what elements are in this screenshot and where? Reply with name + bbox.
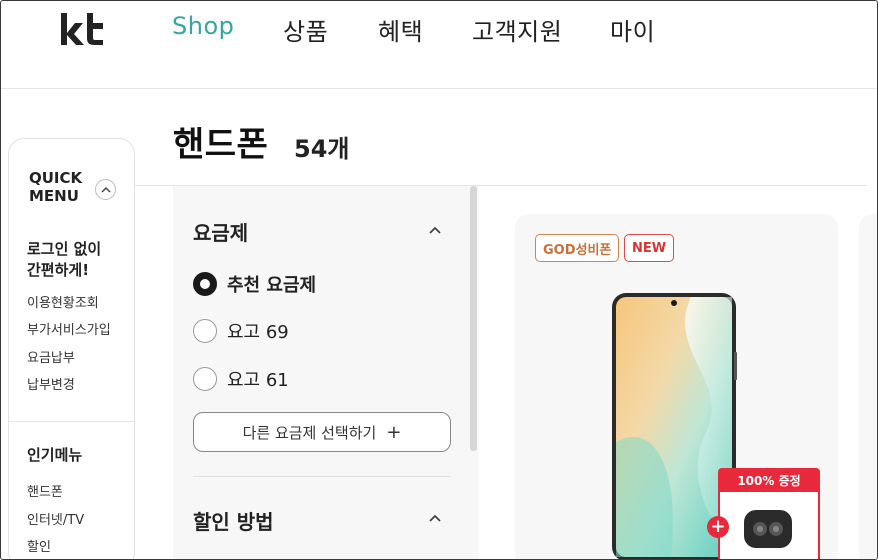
quick-login-line1: 로그인 없이 xyxy=(27,240,102,258)
plan-filter-heading: 요금제 xyxy=(193,221,249,245)
radio-unchecked-icon[interactable] xyxy=(193,367,217,391)
quick-menu: QUICK MENU 로그인 없이 간편하게! 이용현황조회 부가서비스가입 요… xyxy=(8,138,135,559)
page-title: 핸드폰 xyxy=(173,125,269,165)
gift-label: 100% 증정 xyxy=(718,468,820,492)
nav-my[interactable]: 마이 xyxy=(610,12,655,47)
nav-products[interactable]: 상품 xyxy=(283,12,328,47)
popular-link-phone[interactable]: 핸드폰 xyxy=(27,481,63,500)
gift-plus-icon: + xyxy=(707,516,729,538)
nav-benefits[interactable]: 혜택 xyxy=(378,12,423,47)
gift-box xyxy=(718,492,820,559)
quick-link-payment-change[interactable]: 납부변경 xyxy=(27,374,75,393)
plan-option-label: 요고 69 xyxy=(227,322,289,343)
plan-option-yogo61[interactable]: 요고 61 xyxy=(193,366,289,392)
filter-divider xyxy=(193,476,451,477)
product-card[interactable]: GOD성비폰 NEW 100% 증정 + xyxy=(515,214,838,559)
discount-filter-heading: 할인 방법 xyxy=(193,510,274,534)
select-other-plan-button[interactable]: 다른 요금제 선택하기 + xyxy=(193,412,451,452)
discount-filter-chevron-up-icon[interactable] xyxy=(428,511,442,525)
nav-shop[interactable]: Shop xyxy=(172,12,234,40)
quick-menu-title-line2: MENU xyxy=(29,187,79,205)
chevron-up-icon xyxy=(100,186,111,193)
plan-filter-chevron-up-icon[interactable] xyxy=(428,223,442,237)
select-other-plan-label: 다른 요금제 선택하기 xyxy=(242,423,377,442)
header-divider xyxy=(1,88,877,89)
product-count: 54개 xyxy=(294,135,350,163)
popular-menu-title: 인기메뉴 xyxy=(27,446,83,464)
quick-login-prompt[interactable]: 로그인 없이 간편하게! xyxy=(27,239,127,281)
quick-link-payment[interactable]: 요금납부 xyxy=(27,347,75,366)
kt-logo[interactable] xyxy=(59,11,105,47)
plan-option-label: 요고 61 xyxy=(227,370,289,391)
radio-checked-icon[interactable] xyxy=(193,272,217,296)
plan-option-label: 추천 요금제 xyxy=(227,275,317,296)
popular-link-discount[interactable]: 할인 xyxy=(27,536,51,555)
window: Shop 상품 혜택 고객지원 마이 핸드폰 54개 QUICK MENU 로그… xyxy=(0,0,878,560)
quick-link-addon[interactable]: 부가서비스가입 xyxy=(27,319,111,338)
filter-scrollbar[interactable] xyxy=(470,186,477,451)
quick-menu-collapse-button[interactable] xyxy=(95,179,116,200)
quick-menu-divider xyxy=(9,421,134,422)
next-product-card[interactable] xyxy=(859,214,877,559)
quick-link-usage[interactable]: 이용현황조회 xyxy=(27,292,99,311)
plan-option-recommended[interactable]: 추천 요금제 xyxy=(193,271,316,297)
radio-unchecked-icon[interactable] xyxy=(193,319,217,343)
filter-panel: 요금제 추천 요금제 요고 69 요고 61 다른 요금제 선택하기 + 할인 … xyxy=(173,186,479,559)
earbuds-case-icon xyxy=(744,510,792,548)
quick-menu-title-line1: QUICK xyxy=(29,169,83,187)
badge-god-phone: GOD성비폰 xyxy=(535,234,620,262)
plan-option-yogo69[interactable]: 요고 69 xyxy=(193,318,289,344)
popular-link-internet-tv[interactable]: 인터넷/TV xyxy=(27,509,84,528)
plus-icon: + xyxy=(386,421,402,443)
nav-support[interactable]: 고객지원 xyxy=(472,12,562,47)
quick-menu-title: QUICK MENU xyxy=(29,169,82,205)
quick-login-line2: 간편하게! xyxy=(27,261,90,279)
badge-new: NEW xyxy=(624,234,675,262)
gift-promo[interactable]: 100% 증정 + xyxy=(707,468,820,559)
